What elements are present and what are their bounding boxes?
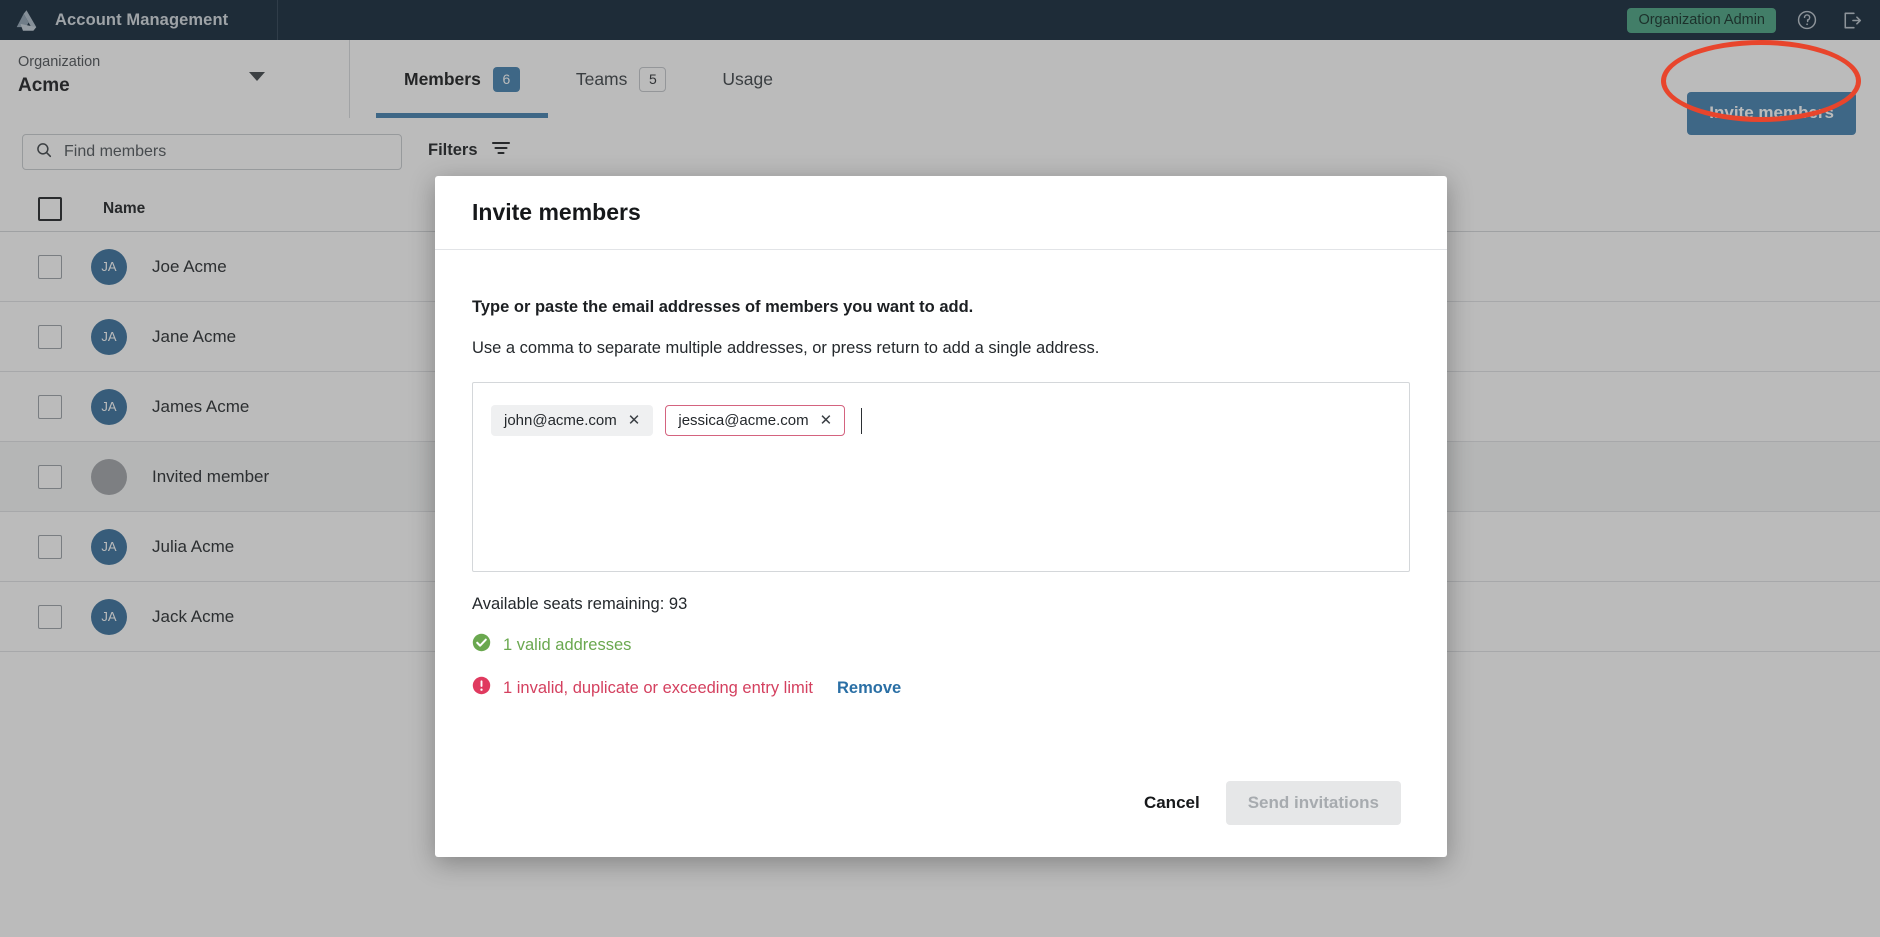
dialog-header: Invite members	[435, 176, 1447, 250]
send-invitations-button: Send invitations	[1225, 781, 1401, 825]
text-cursor	[861, 407, 863, 434]
instruction-primary: Type or paste the email addresses of mem…	[472, 298, 974, 316]
invalid-addresses-text: 1 invalid, duplicate or exceeding entry …	[503, 678, 813, 697]
email-chips-input[interactable]: john@acme.com ✕ jessica@acme.com ✕	[472, 382, 1410, 572]
instruction-secondary: Use a comma to separate multiple address…	[472, 339, 1100, 357]
check-circle-icon	[472, 633, 491, 657]
error-circle-icon	[472, 676, 491, 700]
invalid-addresses-status: 1 invalid, duplicate or exceeding entry …	[472, 676, 1410, 700]
close-icon[interactable]: ✕	[820, 413, 833, 428]
cancel-button[interactable]: Cancel	[1144, 793, 1200, 813]
available-seats-text: Available seats remaining: 93	[472, 595, 688, 613]
dialog-title: Invite members	[472, 199, 641, 225]
email-chip-invalid[interactable]: jessica@acme.com ✕	[665, 405, 846, 436]
dialog-footer: Cancel Send invitations	[435, 749, 1447, 857]
remove-link[interactable]: Remove	[837, 679, 901, 698]
app-root: Account Management Organization Admin Or…	[0, 0, 1880, 937]
email-chip-label: jessica@acme.com	[678, 412, 809, 429]
email-chip-label: john@acme.com	[504, 412, 617, 429]
dialog-body: Type or paste the email addresses of mem…	[435, 250, 1447, 749]
invite-members-dialog: Invite members Type or paste the email a…	[435, 176, 1447, 857]
valid-addresses-status: 1 valid addresses	[472, 633, 1410, 657]
valid-addresses-text: 1 valid addresses	[503, 635, 632, 654]
close-icon[interactable]: ✕	[628, 413, 641, 428]
email-chip-valid[interactable]: john@acme.com ✕	[491, 405, 654, 436]
